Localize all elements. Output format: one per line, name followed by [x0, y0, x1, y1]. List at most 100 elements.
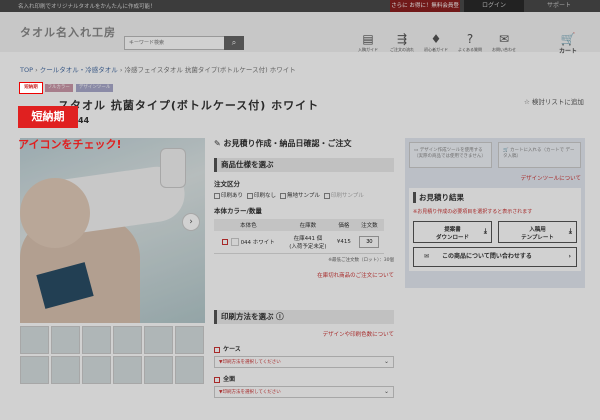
search-input[interactable] — [125, 37, 225, 49]
product-title: スタオル 抗菌タイプ(ボトルケース付) ホワイト — [58, 99, 320, 112]
body-color-label: 本体カラー/数量 — [214, 207, 262, 215]
spec-panel: 商品仕様を選ぶ 注文区分 印刷あり 印刷なし 無地サンプル 印刷サンプル 本体カ… — [214, 158, 394, 279]
stock-cell: 在庫441 個 (入荷予定未定) — [282, 231, 333, 254]
cart-icon: 🛒 — [560, 32, 576, 46]
nav-faq[interactable]: ? よくある質問 — [454, 32, 486, 53]
cart-button[interactable]: 🛒 カート — [548, 32, 588, 55]
product-main-image — [20, 138, 205, 323]
thumbnail[interactable] — [82, 326, 111, 354]
nav-beginner-guide[interactable]: ♦ 初心者ガイド — [420, 32, 452, 53]
help-icon[interactable]: ⓘ — [276, 312, 284, 321]
breadcrumb-category[interactable]: クールタオル・冷感タオル — [40, 66, 118, 74]
order-type-plain-sample[interactable]: 無地サンプル — [280, 191, 320, 199]
breadcrumb-current: 冷感フェイスタオル 抗菌タイプ(ボトルケース付) ホワイト — [124, 66, 296, 74]
col-header: 本体色 — [214, 219, 283, 231]
chevron-down-icon: ⌄ — [383, 358, 389, 365]
wishlist-button[interactable]: ☆ 検討リストに追加 — [524, 98, 584, 107]
checkbox[interactable] — [214, 346, 220, 353]
thumbnail[interactable] — [20, 326, 49, 354]
nav-contact[interactable]: ✉ お問い合わせ — [488, 32, 520, 53]
design-tool-link[interactable]: デザインツールについて — [409, 174, 581, 182]
checkbox[interactable] — [214, 376, 220, 383]
qty-cell — [354, 231, 384, 254]
estimate-box: お見積り結果 ※お見積り作成の必要項目を選択すると表示されます 提案書 ダウンロ… — [409, 188, 581, 271]
color-swatch — [230, 238, 239, 247]
proposal-download-button[interactable]: 提案書 ダウンロード ⤓ — [413, 221, 492, 243]
table-row: 044 ホワイト 在庫441 個 (入荷予定未定) ¥415 — [214, 231, 384, 254]
thumbnail[interactable] — [144, 326, 173, 354]
mail-icon: ✉ — [424, 253, 430, 260]
color-checkbox[interactable] — [222, 239, 229, 246]
breadcrumb-top[interactable]: TOP — [20, 66, 33, 74]
register-button[interactable]: さらに お得に！無料会員登録 — [390, 0, 460, 21]
support-menu[interactable]: サポート — [528, 0, 590, 12]
print-option-label: ケース — [214, 344, 394, 353]
site-logo[interactable]: タオル名入れ工房 — [20, 24, 116, 40]
top-message: 名入れ印刷でオリジナルタオルをかんたんに作成可能！ — [18, 4, 156, 10]
checkbox[interactable] — [247, 192, 254, 199]
print-heading: 印刷方法を選ぶ ⓘ — [214, 310, 394, 324]
order-type-print-sample[interactable]: 印刷サンプル — [323, 191, 364, 199]
spec-heading: 商品仕様を選ぶ — [214, 158, 394, 172]
quantity-input[interactable] — [359, 236, 380, 248]
flow-icon: ⇶ — [396, 32, 408, 46]
print-method-select[interactable]: ▼印刷方法を選択してください ⌄ — [214, 386, 394, 398]
checkbox[interactable] — [323, 192, 330, 199]
arm-figure — [20, 178, 90, 248]
thumbnail[interactable] — [113, 326, 142, 354]
inquiry-button[interactable]: ✉ この商品について問い合わせする › — [413, 247, 577, 267]
chevron-right-icon: › — [568, 253, 571, 260]
checkbox[interactable] — [280, 192, 287, 199]
order-type-group: 印刷あり 印刷なし 無地サンプル 印刷サンプル — [214, 191, 394, 199]
thumbnail[interactable] — [51, 326, 80, 354]
thumbnail[interactable] — [51, 356, 80, 384]
estimate-heading: お見積り結果 — [413, 192, 577, 203]
callout-tag: 短納期 — [18, 106, 78, 128]
thumbnail[interactable] — [113, 356, 142, 384]
chevron-right-icon: › — [189, 217, 193, 227]
add-to-cart-button[interactable]: 🛒 カートに入れる（カートで データ入稿） — [498, 142, 581, 168]
col-header: 価格 — [333, 219, 355, 231]
thumbnail[interactable] — [144, 356, 173, 384]
col-header: 注文数 — [354, 219, 384, 231]
mail-icon: ✉ — [498, 32, 510, 46]
download-icon: ⤓ — [568, 227, 572, 235]
badge-design-tool: デザインツール — [75, 84, 114, 92]
nav-upload-guide[interactable]: ▤ 入稿ガイド — [352, 32, 384, 53]
document-icon: ▤ — [362, 32, 374, 46]
min-order-note: ※最低ご注文数（ロット）：30個 — [328, 258, 394, 263]
col-header: 在庫数 — [282, 219, 333, 231]
thumbnail[interactable] — [175, 326, 204, 354]
design-tool-button[interactable]: ▭ デザイン作成ツールを使用する（実際の商品では使用できません） — [409, 142, 492, 168]
color-cell: 044 ホワイト — [214, 231, 283, 254]
chevron-down-icon: ⌄ — [383, 388, 389, 395]
pencil-icon: ✎ — [214, 139, 224, 148]
nav-order-flow[interactable]: ⇶ ご注文の流れ — [386, 32, 418, 53]
next-image-button[interactable]: › — [182, 213, 200, 231]
site-header: タオル名入れ工房 ⌕ ▤ 入稿ガイド ⇶ ご注文の流れ ♦ 初心者ガイド ? よ… — [0, 12, 600, 55]
estimate-warning: ※お見積り作成の必要項目を選択すると表示されます — [413, 209, 533, 215]
order-section-title: ✎ お見積り作成・納品日確認・ご注文 — [214, 139, 352, 148]
color-table: 本体色 在庫数 価格 注文数 044 ホワイト 在庫441 個 (入荷予定未定)… — [214, 219, 384, 254]
search-box: ⌕ — [124, 36, 244, 50]
login-button[interactable]: ログイン — [464, 0, 524, 12]
bottle-case-figure — [160, 148, 186, 188]
cart-icon: 🛒 — [503, 148, 511, 153]
out-of-stock-link[interactable]: 在庫切れ商品のご注文について — [214, 271, 394, 279]
top-bar: 名入れ印刷でオリジナルタオルをかんたんに作成可能！ さらに お得に！無料会員登録… — [0, 0, 600, 21]
order-type-noprint[interactable]: 印刷なし — [247, 191, 276, 199]
thumbnail[interactable] — [82, 356, 111, 384]
badge-full-color: フルカラー — [44, 84, 73, 92]
thumbnail[interactable] — [175, 356, 204, 384]
order-type-print[interactable]: 印刷あり — [214, 191, 243, 199]
template-download-button[interactable]: 入稿用 テンプレート ⤓ — [498, 221, 577, 243]
thumbnail[interactable] — [20, 356, 49, 384]
price-cell: ¥415 — [333, 231, 355, 254]
checkbox[interactable] — [214, 192, 220, 199]
design-link[interactable]: デザインや印刷色数について — [214, 330, 394, 338]
search-button[interactable]: ⌕ — [224, 36, 244, 50]
star-icon: ☆ — [524, 98, 532, 106]
download-icon: ⤓ — [483, 227, 487, 235]
question-icon: ? — [466, 32, 474, 46]
print-method-select[interactable]: ▼印刷方法を選択してください ⌄ — [214, 356, 394, 368]
